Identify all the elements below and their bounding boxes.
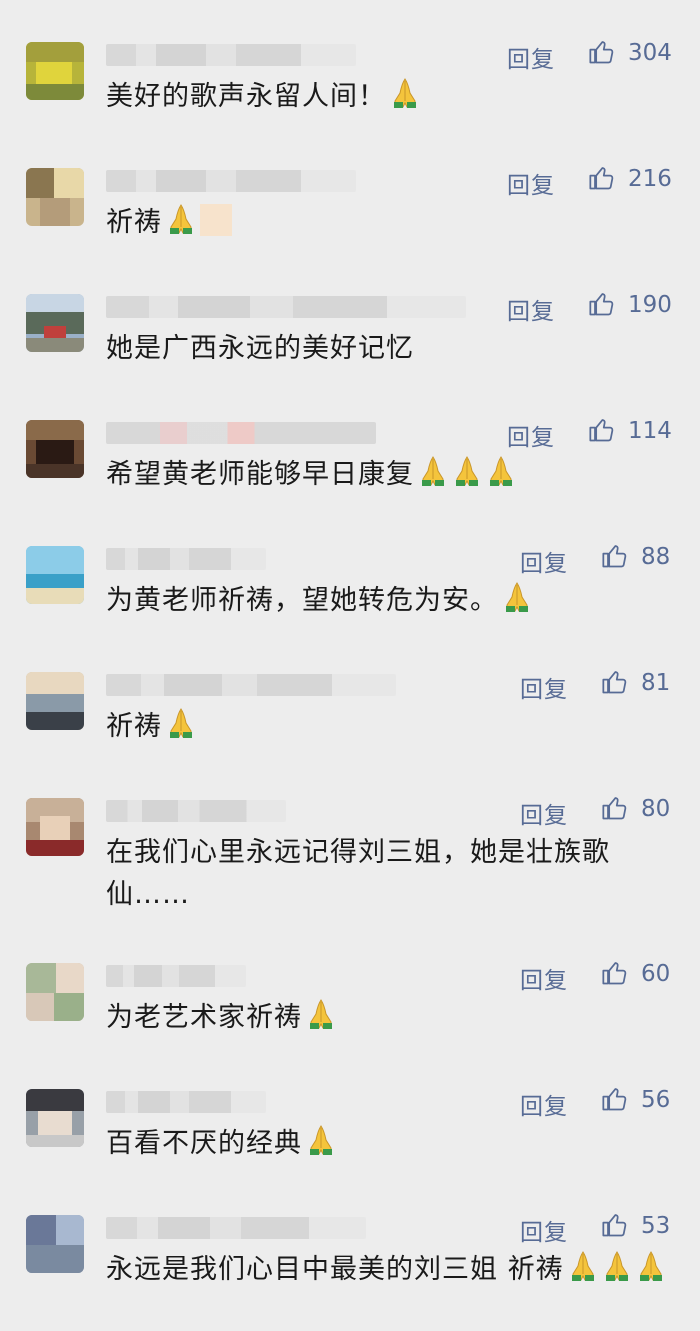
thumbs-up-icon[interactable]	[601, 1085, 629, 1113]
comment-text: 祈祷	[106, 202, 666, 244]
comment-text-content: 为老艺术家祈祷	[106, 1002, 302, 1033]
avatar[interactable]	[26, 672, 84, 730]
comment-text: 永远是我们心目中最美的刘三姐 祈祷	[106, 1249, 666, 1291]
username-blurred	[106, 1091, 266, 1113]
praying-hands-icon	[418, 455, 448, 487]
avatar[interactable]	[26, 963, 84, 1021]
comment-text-content: 百看不厌的经典	[106, 1128, 302, 1159]
thumbs-up-icon[interactable]	[601, 1211, 629, 1239]
comment-text: 她是广西永远的美好记忆	[106, 328, 666, 370]
praying-hands-icon	[306, 998, 336, 1030]
praying-hands-icon	[306, 1124, 336, 1156]
username-blurred	[106, 548, 266, 570]
comment-text-content: 祈祷	[106, 711, 162, 742]
username-blurred	[106, 800, 286, 822]
praying-hands-icon	[390, 77, 420, 109]
reply-button[interactable]: 回复	[520, 544, 568, 578]
reply-button[interactable]: 回复	[507, 418, 555, 452]
praying-hands-icon	[452, 455, 482, 487]
comment-list: 回复 304 美好的歌声永留人间！ 回复 216 祈祷 回复 190 她是广西永…	[0, 0, 700, 1313]
praying-hands-icon	[502, 581, 532, 613]
username-blurred	[106, 1217, 366, 1239]
comment-item: 回复 80 在我们心里永远记得刘三姐，她是壮族歌仙……	[0, 756, 700, 921]
comment-item: 回复 81 祈祷	[0, 630, 700, 756]
thumbs-up-icon[interactable]	[601, 794, 629, 822]
like-count: 114	[628, 418, 672, 444]
like-count: 80	[641, 796, 671, 822]
praying-hands-icon	[568, 1250, 598, 1282]
comment-item: 回复 60 为老艺术家祈祷	[0, 921, 700, 1047]
reply-button[interactable]: 回复	[520, 670, 568, 704]
avatar[interactable]	[26, 798, 84, 856]
reply-button[interactable]: 回复	[507, 292, 555, 326]
comment-text-content: 永远是我们心目中最美的刘三姐 祈祷	[106, 1254, 564, 1285]
username-blurred	[106, 422, 376, 444]
avatar[interactable]	[26, 1215, 84, 1273]
reply-button[interactable]: 回复	[520, 1087, 568, 1121]
username-blurred	[106, 170, 356, 192]
avatar[interactable]	[26, 168, 84, 226]
praying-hands-icon	[166, 203, 196, 235]
blurred-emoji	[200, 204, 232, 236]
avatar[interactable]	[26, 420, 84, 478]
comment-text: 为黄老师祈祷，望她转危为安。	[106, 580, 666, 622]
like-count: 60	[641, 961, 671, 987]
thumbs-up-icon[interactable]	[601, 668, 629, 696]
reply-button[interactable]: 回复	[520, 1213, 568, 1247]
reply-button[interactable]: 回复	[520, 961, 568, 995]
like-count: 81	[641, 670, 671, 696]
like-count: 53	[641, 1213, 671, 1239]
comment-item: 回复 190 她是广西永远的美好记忆	[0, 252, 700, 378]
comment-text-content: 祈祷	[106, 207, 162, 238]
like-count: 216	[628, 166, 672, 192]
thumbs-up-icon[interactable]	[588, 164, 616, 192]
like-count: 190	[628, 292, 672, 318]
praying-hands-icon	[486, 455, 516, 487]
thumbs-up-icon[interactable]	[588, 38, 616, 66]
praying-hands-icon	[636, 1250, 666, 1282]
comment-text: 为老艺术家祈祷	[106, 997, 666, 1039]
comment-text-content: 为黄老师祈祷，望她转危为安。	[106, 585, 498, 616]
comment-item: 回复 216 祈祷	[0, 126, 700, 252]
username-blurred	[106, 44, 356, 66]
username-blurred	[106, 296, 466, 318]
comment-text-content: 在我们心里永远记得刘三姐，她是壮族歌仙……	[106, 837, 610, 910]
username-blurred	[106, 674, 396, 696]
like-count: 304	[628, 40, 672, 66]
like-count: 56	[641, 1087, 671, 1113]
comment-text: 祈祷	[106, 706, 666, 748]
thumbs-up-icon[interactable]	[601, 959, 629, 987]
praying-hands-icon	[166, 707, 196, 739]
comment-text-content: 她是广西永远的美好记忆	[106, 333, 414, 364]
reply-button[interactable]: 回复	[507, 166, 555, 200]
reply-button[interactable]: 回复	[507, 40, 555, 74]
avatar[interactable]	[26, 546, 84, 604]
comment-text-content: 希望黄老师能够早日康复	[106, 459, 414, 490]
username-blurred	[106, 965, 246, 987]
comment-text: 希望黄老师能够早日康复	[106, 454, 666, 496]
thumbs-up-icon[interactable]	[588, 416, 616, 444]
reply-button[interactable]: 回复	[520, 796, 568, 830]
comment-text-content: 美好的歌声永留人间！	[106, 81, 386, 112]
comment-item: 回复 53 永远是我们心目中最美的刘三姐 祈祷	[0, 1173, 700, 1313]
comment-item: 回复 88 为黄老师祈祷，望她转危为安。	[0, 504, 700, 630]
comment-text: 百看不厌的经典	[106, 1123, 666, 1165]
thumbs-up-icon[interactable]	[601, 542, 629, 570]
like-count: 88	[641, 544, 671, 570]
comment-item: 回复 56 百看不厌的经典	[0, 1047, 700, 1173]
comment-text: 美好的歌声永留人间！	[106, 76, 666, 118]
praying-hands-icon	[602, 1250, 632, 1282]
thumbs-up-icon[interactable]	[588, 290, 616, 318]
avatar[interactable]	[26, 1089, 84, 1147]
avatar[interactable]	[26, 42, 84, 100]
avatar[interactable]	[26, 294, 84, 352]
comment-item: 回复 304 美好的歌声永留人间！	[0, 0, 700, 126]
comment-text: 在我们心里永远记得刘三姐，她是壮族歌仙……	[106, 832, 646, 916]
comment-item: 回复 114 希望黄老师能够早日康复	[0, 378, 700, 504]
